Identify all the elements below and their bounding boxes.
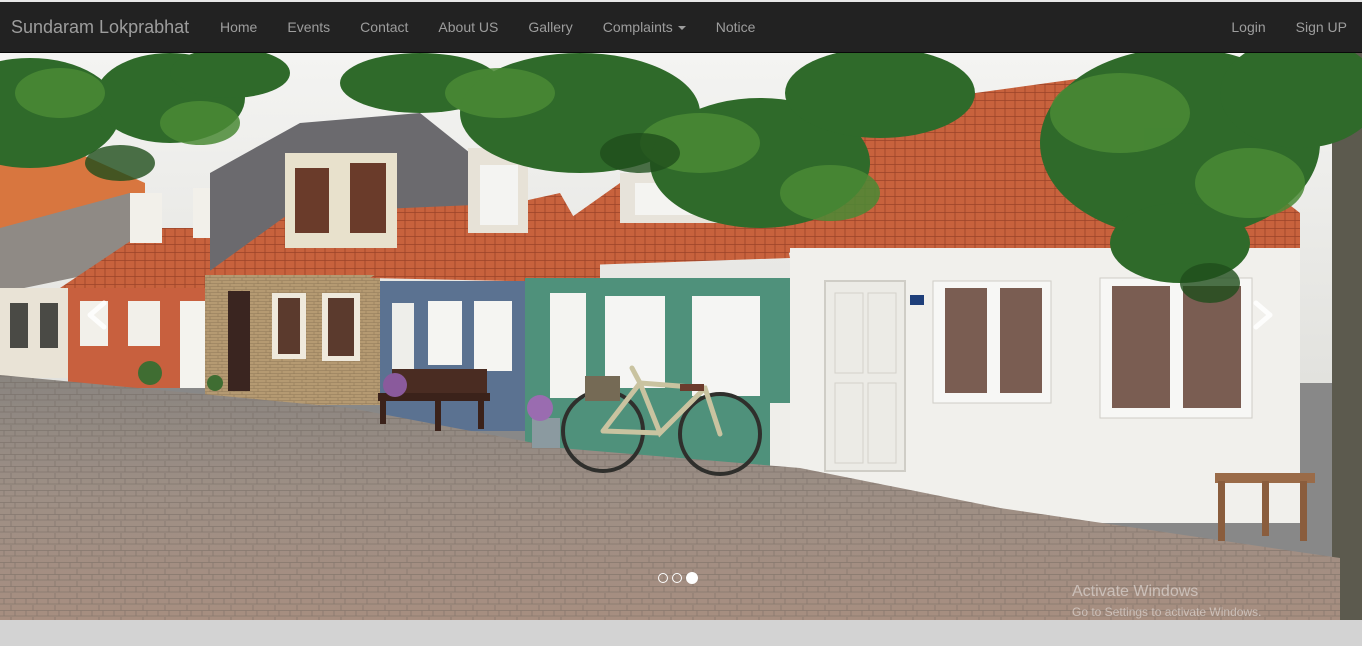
carousel-prev-control[interactable] <box>78 295 118 335</box>
carousel-next-control[interactable] <box>1242 295 1282 335</box>
nav-login[interactable]: Login <box>1216 2 1280 52</box>
page-footer-area <box>0 620 1362 646</box>
brand-link[interactable]: Sundaram Lokprabhat <box>11 17 189 38</box>
nav-account: Login Sign UP <box>1216 2 1362 52</box>
nav-events[interactable]: Events <box>272 2 345 52</box>
image-carousel[interactable]: Activate Windows Go to Settings to activ… <box>0 53 1362 620</box>
carousel-slide-image <box>0 53 1362 620</box>
navbar: Sundaram Lokprabhat Home Events Contact … <box>0 2 1362 53</box>
chevron-right-icon <box>1253 300 1273 330</box>
nav-contact[interactable]: Contact <box>345 2 423 52</box>
nav-menu: Home Events Contact About US Gallery Com… <box>205 2 770 52</box>
carousel-indicator-1[interactable] <box>658 573 668 583</box>
nav-signup[interactable]: Sign UP <box>1281 2 1362 52</box>
nav-complaints-dropdown[interactable]: Complaints <box>588 2 701 52</box>
nav-home[interactable]: Home <box>205 2 272 52</box>
chevron-left-icon <box>87 300 107 330</box>
nav-gallery[interactable]: Gallery <box>513 2 587 52</box>
watermark-subtitle: Go to Settings to activate Windows. <box>1072 605 1262 619</box>
carousel-indicator-3[interactable] <box>686 572 698 584</box>
windows-activation-watermark: Activate Windows Go to Settings to activ… <box>1072 583 1261 619</box>
nav-about[interactable]: About US <box>423 2 513 52</box>
nav-notice[interactable]: Notice <box>701 2 771 52</box>
watermark-title: Activate Windows <box>1072 583 1199 600</box>
caret-down-icon <box>677 26 686 31</box>
nav-complaints-label: Complaints <box>602 19 673 35</box>
carousel-indicators <box>658 572 698 584</box>
carousel-indicator-2[interactable] <box>672 573 682 583</box>
